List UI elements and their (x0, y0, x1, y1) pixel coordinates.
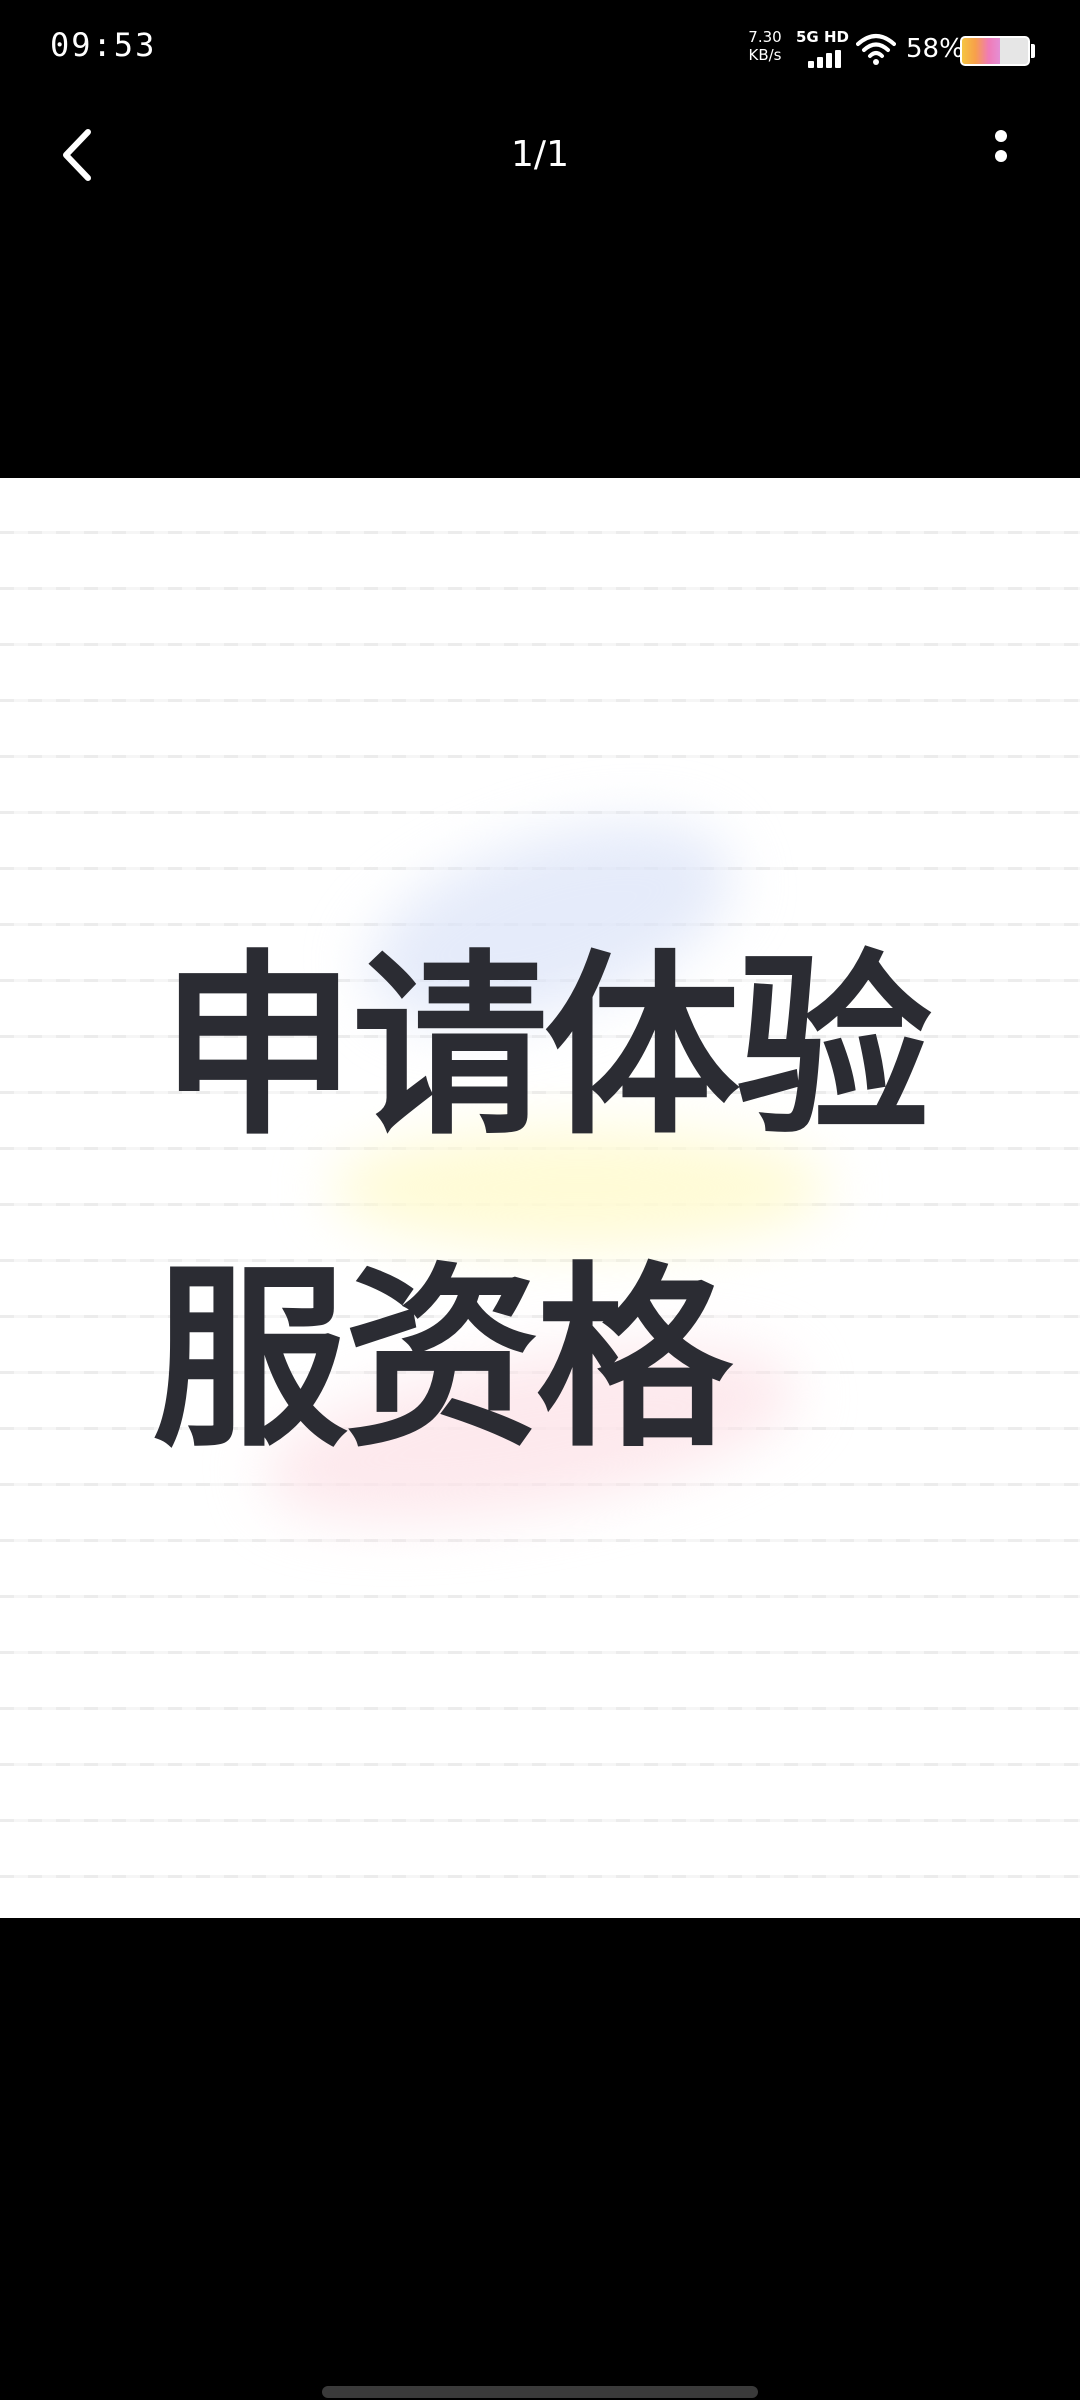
battery-percentage: 58% (906, 34, 964, 64)
status-time: 09:53 (50, 26, 157, 64)
image-text-line-2: 服资格 (152, 1246, 732, 1474)
home-indicator[interactable] (322, 2386, 758, 2398)
page-counter: 1/1 (511, 134, 569, 175)
network-type-label: 5G HD (796, 28, 849, 46)
signal-bar-4 (835, 50, 841, 68)
image-text-line-1: 申请体验 (160, 934, 932, 1162)
signal-bar-2 (817, 57, 823, 68)
signal-bar-3 (826, 53, 832, 68)
wifi-icon (856, 34, 896, 65)
network-speed: 7.30 KB/s (740, 28, 790, 64)
more-vertical-icon (995, 130, 1007, 162)
image-viewer[interactable]: 申请体验 服资格 (0, 478, 1080, 1918)
signal-indicator: 5G HD (796, 28, 850, 72)
battery-icon (960, 36, 1030, 66)
signal-icon (808, 50, 844, 68)
network-speed-unit: KB/s (748, 46, 782, 64)
viewer-top-bar: 1/1 (0, 100, 1080, 212)
status-bar: 09:53 7.30 KB/s 5G HD 58% (0, 0, 1080, 100)
battery-level-fill (962, 38, 1001, 64)
signal-bar-1 (808, 61, 814, 68)
more-options-button[interactable] (976, 122, 1026, 188)
battery-tip (1031, 44, 1035, 58)
network-speed-value: 7.30 (748, 28, 782, 46)
